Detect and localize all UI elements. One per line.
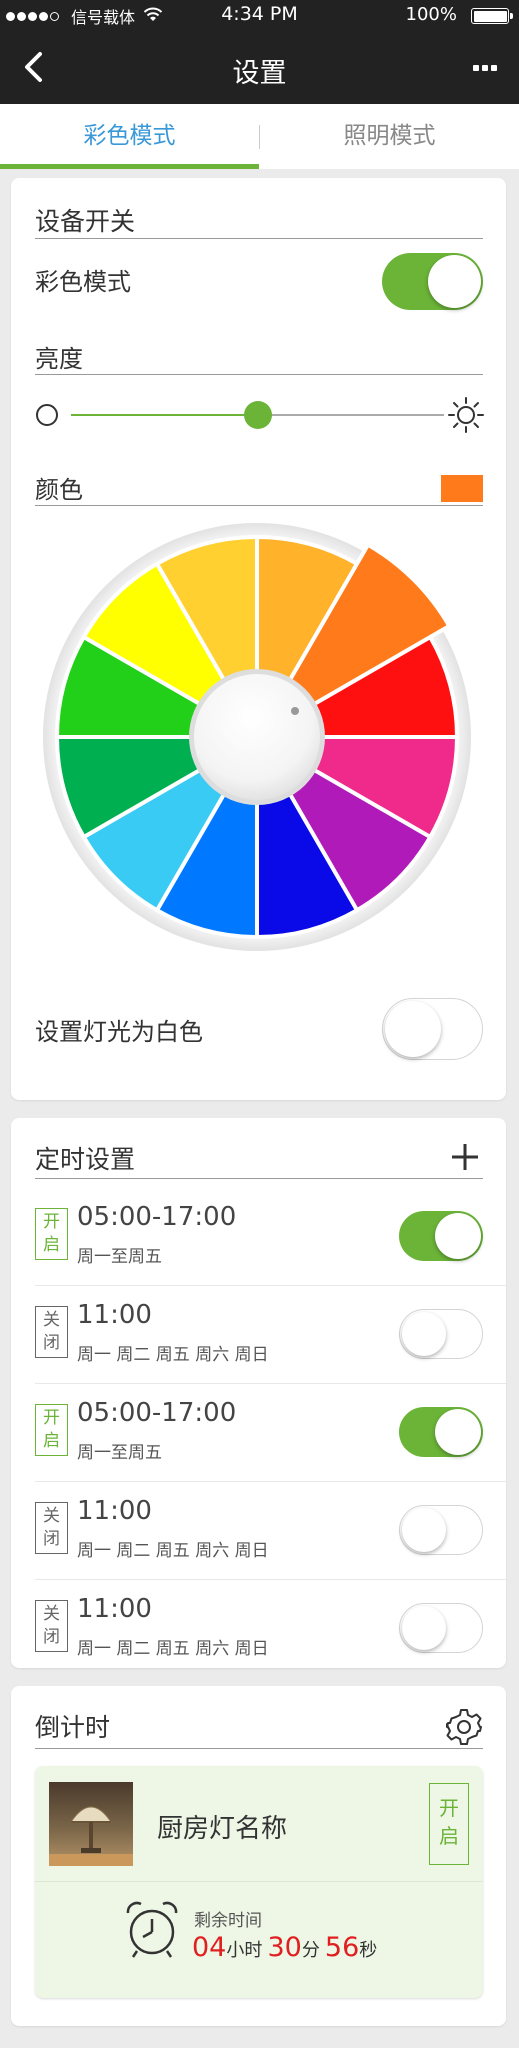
- schedule-days: 周一 周二 周五 周六 周日: [77, 1541, 269, 1561]
- section-title: 设备开关: [35, 207, 136, 236]
- schedule-row[interactable]: 开启 05:00-17:00 周一至周五: [11, 1384, 506, 1482]
- more-dot-icon: [491, 65, 497, 71]
- schedule-toggle[interactable]: [399, 1603, 483, 1653]
- knob-indicator: [291, 707, 299, 715]
- device-name: 厨房灯名称: [157, 1814, 288, 1844]
- color-mode-toggle[interactable]: [382, 253, 483, 310]
- lamp-thumbnail: [49, 1782, 133, 1866]
- toggle-knob: [402, 1606, 446, 1650]
- schedule-time: 11:00: [77, 1594, 152, 1624]
- section-title: 定时设置: [35, 1145, 136, 1174]
- tab-lighting-mode[interactable]: 照明模式: [260, 104, 519, 169]
- schedule-row[interactable]: 关闭 11:00 周一 周二 周五 周六 周日: [11, 1580, 506, 1678]
- battery-percent: 100%: [405, 4, 457, 25]
- toggle-knob: [435, 1409, 481, 1455]
- schedule-row[interactable]: 关闭 11:00 周一 周二 周五 周六 周日: [11, 1286, 506, 1384]
- schedule-status-badge: 开启: [35, 1208, 68, 1260]
- hours-value: 04: [192, 1932, 227, 1963]
- page-title: 设置: [232, 58, 287, 89]
- divider: [35, 1178, 483, 1179]
- schedule-status-badge: 开启: [35, 1404, 68, 1456]
- brightness-slider-track[interactable]: [261, 414, 444, 416]
- countdown-status-badge[interactable]: 开启: [429, 1783, 469, 1865]
- section-title: 倒计时: [35, 1713, 111, 1742]
- seconds-value: 56: [324, 1932, 360, 1963]
- brightness-low-icon: [36, 404, 58, 426]
- seconds-unit: 秒: [359, 1940, 378, 1961]
- battery-icon: [471, 8, 513, 24]
- toggle-knob: [402, 1312, 446, 1356]
- tab-color-mode[interactable]: 彩色模式: [0, 104, 259, 169]
- schedule-card: 定时设置 开启 05:00-17:00 周一至周五关闭 11:00 周一 周二 周五 周…: [11, 1118, 506, 1668]
- divider: [35, 238, 483, 239]
- toggle-knob: [435, 1213, 481, 1259]
- schedule-toggle[interactable]: [399, 1505, 483, 1555]
- schedule-days: 周一至周五: [77, 1443, 162, 1463]
- hours-unit: 小时: [226, 1940, 263, 1961]
- remaining-time: 04小时 30分 56秒: [192, 1932, 377, 1963]
- more-dot-icon: [473, 65, 479, 71]
- schedule-toggle[interactable]: [399, 1211, 483, 1261]
- schedule-time: 11:00: [77, 1496, 152, 1526]
- add-schedule-icon[interactable]: [450, 1142, 480, 1172]
- toggle-knob: [402, 1508, 446, 1552]
- schedule-status-badge: 关闭: [35, 1502, 68, 1554]
- mode-tabs: 彩色模式 照明模式: [0, 104, 519, 169]
- brightness-slider-fill: [71, 414, 261, 416]
- white-light-toggle[interactable]: [382, 998, 483, 1060]
- brightness-label: 亮度: [35, 345, 83, 373]
- schedule-status-badge: 关闭: [35, 1306, 68, 1358]
- remaining-label: 剩余时间: [194, 1911, 262, 1931]
- schedule-row[interactable]: 关闭 11:00 周一 周二 周五 周六 周日: [11, 1482, 506, 1580]
- schedule-row[interactable]: 开启 05:00-17:00 周一至周五: [11, 1188, 506, 1286]
- brightness-high-icon: [448, 397, 484, 433]
- schedule-time: 05:00-17:00: [77, 1398, 237, 1428]
- schedule-status-badge: 关闭: [35, 1600, 68, 1652]
- gear-icon[interactable]: [445, 1708, 483, 1746]
- minutes-unit: 分: [301, 1940, 320, 1961]
- divider: [35, 374, 483, 375]
- countdown-item[interactable]: 厨房灯名称 开启 剩余时间 04小时 30分 56秒: [35, 1766, 483, 1998]
- divider: [35, 1881, 483, 1882]
- color-label: 颜色: [35, 476, 83, 504]
- selected-color-swatch: [441, 475, 483, 502]
- active-tab-indicator: [0, 164, 259, 169]
- more-menu-button[interactable]: [470, 65, 497, 71]
- schedule-days: 周一至周五: [77, 1247, 162, 1267]
- schedule-days: 周一 周二 周五 周六 周日: [77, 1345, 269, 1365]
- divider: [35, 505, 483, 506]
- nav-bar: 设置: [0, 30, 519, 104]
- divider: [35, 1748, 483, 1749]
- white-light-label: 设置灯光为白色: [35, 1018, 203, 1046]
- device-settings-card: 设备开关 彩色模式 亮度 颜色 设置灯光为白色: [11, 178, 506, 1100]
- schedule-toggle[interactable]: [399, 1407, 483, 1457]
- brightness-slider-handle[interactable]: [244, 401, 272, 429]
- countdown-card: 倒计时 厨房灯名称 开启 剩余时间 04小时 30分 56秒: [11, 1686, 506, 2026]
- alarm-clock-icon: [126, 1901, 178, 1958]
- color-wheel-center-knob[interactable]: [194, 674, 320, 800]
- toggle-knob: [385, 1001, 441, 1057]
- schedule-time: 11:00: [77, 1300, 152, 1330]
- status-bar: 信号载体 4:34 PM 100%: [0, 0, 519, 30]
- minutes-value: 30: [267, 1932, 302, 1963]
- toggle-knob: [428, 255, 481, 308]
- more-dot-icon: [482, 65, 488, 71]
- color-wheel[interactable]: [40, 520, 474, 954]
- schedule-days: 周一 周二 周五 周六 周日: [77, 1639, 269, 1659]
- schedule-toggle[interactable]: [399, 1309, 483, 1359]
- color-mode-label: 彩色模式: [35, 268, 131, 296]
- schedule-time: 05:00-17:00: [77, 1202, 237, 1232]
